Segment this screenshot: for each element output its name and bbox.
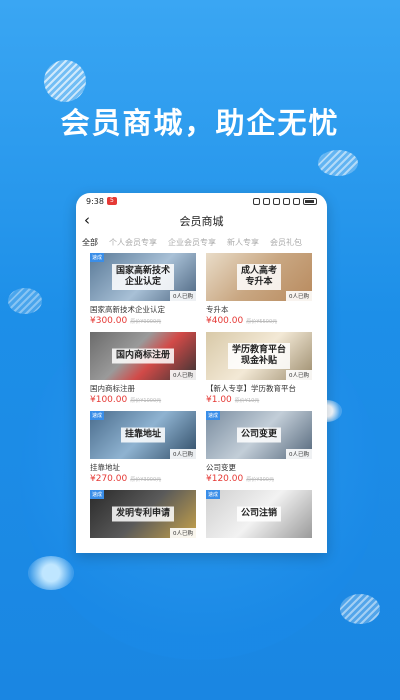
- nav-bar: ‹ 会员商城: [76, 209, 327, 233]
- product-price: ¥1.00: [206, 395, 232, 405]
- decorative-glow: [28, 556, 74, 590]
- status-bar: 9:38 5: [76, 193, 327, 209]
- sold-count: 0人已购: [170, 370, 196, 380]
- original-price: 原价¥300元: [246, 477, 274, 483]
- tab-all[interactable]: 全部: [82, 237, 98, 251]
- sold-count: 0人已购: [286, 291, 312, 301]
- product-card[interactable]: 学历教育平台 现金补贴 0人已购 【新人专享】学历教育平台 ¥1.00 原价¥10…: [206, 332, 312, 405]
- vibrate-icon: [273, 197, 280, 205]
- product-card[interactable]: 速成 公司注销: [206, 490, 312, 538]
- product-card[interactable]: 速成 挂靠地址 0人已购 挂靠地址 ¥270.00 原价¥3000元: [90, 411, 196, 484]
- page-title: 会员商城: [179, 215, 224, 228]
- product-image: 速成 挂靠地址 0人已购: [90, 411, 196, 459]
- product-card[interactable]: 速成 发明专利申请 0人已购: [90, 490, 196, 538]
- tab-enterprise-member[interactable]: 企业会员专享: [168, 237, 216, 251]
- category-tabs: 全部 个人会员专享 企业会员专享 新人专享 会员礼包: [76, 233, 327, 251]
- product-name: 公司变更: [206, 463, 236, 472]
- product-caption: 国家高新技术 企业认定: [111, 264, 175, 290]
- signal-icon: [293, 197, 300, 205]
- product-price: ¥270.00: [90, 474, 128, 484]
- status-time: 9:38: [86, 196, 104, 206]
- product-image: 成人高考 专升本 0人已购: [206, 253, 312, 301]
- sold-count: 0人已购: [170, 449, 196, 459]
- product-price: ¥400.00: [206, 316, 244, 326]
- product-card[interactable]: 国内商标注册 0人已购 国内商标注册 ¥100.00 原价¥1000元: [90, 332, 196, 405]
- product-grid: 速成 国家高新技术 企业认定 0人已购 国家高新技术企业认定 ¥300.00 原价…: [76, 251, 327, 538]
- product-name: 【新人专享】学历教育平台: [206, 384, 296, 393]
- product-price: ¥100.00: [90, 395, 128, 405]
- original-price: 原价¥9000元: [130, 319, 162, 325]
- original-price: 原价¥5500元: [246, 319, 278, 325]
- product-name: 专升本: [206, 305, 229, 314]
- original-price: 原价¥3000元: [130, 477, 162, 483]
- product-price: ¥300.00: [90, 316, 128, 326]
- decorative-bubble: [318, 150, 358, 176]
- decorative-bubble: [8, 288, 42, 314]
- product-caption: 成人高考 专升本: [236, 264, 282, 290]
- product-caption: 公司注销: [236, 506, 282, 522]
- product-caption: 学历教育平台 现金补贴: [227, 343, 291, 369]
- product-image: 速成 公司变更 0人已购: [206, 411, 312, 459]
- headline: 会员商城，助企无忧: [60, 106, 340, 140]
- product-image: 速成 国家高新技术 企业认定 0人已购: [90, 253, 196, 301]
- chevron-left-icon[interactable]: ‹: [84, 211, 90, 229]
- product-tag: 速成: [90, 411, 105, 420]
- product-tag: 速成: [90, 253, 105, 262]
- wifi-icon: [283, 197, 290, 205]
- notification-badge: 5: [106, 197, 117, 205]
- product-caption: 国内商标注册: [111, 348, 175, 364]
- bluetooth-icon: [253, 197, 260, 205]
- product-price: ¥120.00: [206, 474, 244, 484]
- product-image: 国内商标注册 0人已购: [90, 332, 196, 380]
- product-name: 国内商标注册: [90, 384, 135, 393]
- original-price: 原价¥10元: [234, 398, 260, 404]
- product-name: 挂靠地址: [90, 463, 120, 472]
- product-tag: 速成: [90, 490, 105, 499]
- original-price: 原价¥1000元: [130, 398, 162, 404]
- product-image: 速成 发明专利申请 0人已购: [90, 490, 196, 538]
- alarm-icon: [263, 197, 270, 205]
- product-card[interactable]: 速成 公司变更 0人已购 公司变更 ¥120.00 原价¥300元: [206, 411, 312, 484]
- sold-count: 0人已购: [170, 528, 196, 538]
- sold-count: 0人已购: [286, 370, 312, 380]
- sold-count: 0人已购: [170, 291, 196, 301]
- decorative-bubble: [44, 60, 86, 102]
- product-caption: 发明专利申请: [111, 506, 175, 522]
- product-name: 国家高新技术企业认定: [90, 305, 165, 314]
- promo-screen: 会员商城，助企无忧 9:38 5 ‹ 会员商城 全部 个人会员专享 企业会员专享: [0, 0, 400, 700]
- product-image: 学历教育平台 现金补贴 0人已购: [206, 332, 312, 380]
- product-image: 速成 公司注销: [206, 490, 312, 538]
- product-card[interactable]: 成人高考 专升本 0人已购 专升本 ¥400.00 原价¥5500元: [206, 253, 312, 326]
- product-caption: 挂靠地址: [120, 427, 166, 443]
- phone-mockup: 9:38 5 ‹ 会员商城 全部 个人会员专享 企业会员专享 新人专享 会员礼包: [76, 193, 327, 553]
- battery-icon: [303, 197, 317, 205]
- product-card[interactable]: 速成 国家高新技术 企业认定 0人已购 国家高新技术企业认定 ¥300.00 原价…: [90, 253, 196, 326]
- tab-new-user[interactable]: 新人专享: [227, 237, 259, 251]
- sold-count: 0人已购: [286, 449, 312, 459]
- product-tag: 速成: [206, 490, 221, 499]
- tab-member-gift[interactable]: 会员礼包: [270, 237, 302, 251]
- product-caption: 公司变更: [236, 427, 282, 443]
- tab-personal-member[interactable]: 个人会员专享: [109, 237, 157, 251]
- decorative-bubble: [340, 594, 380, 624]
- product-tag: 速成: [206, 411, 221, 420]
